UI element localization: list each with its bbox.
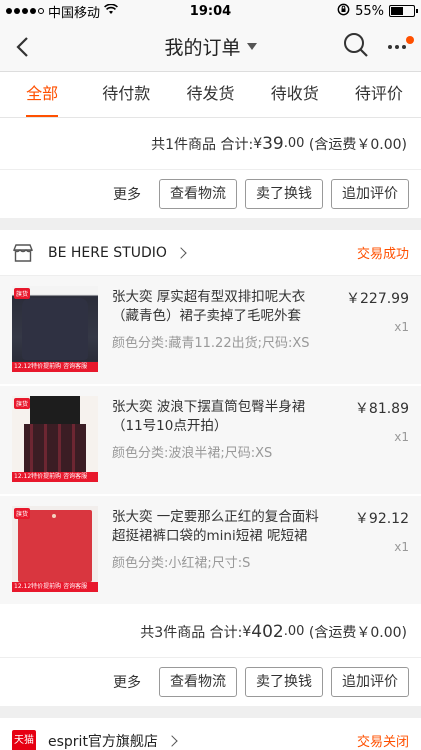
tab-all[interactable]: 全部 [0, 72, 84, 117]
product-tag: 旗货 [14, 398, 31, 409]
tab-pending-receipt[interactable]: 待收货 [253, 72, 337, 117]
shop-name: BE HERE STUDIO [48, 244, 167, 261]
product-thumbnail-red-skirt: 旗货 12.12特价提前购 咨询客服 [12, 506, 98, 592]
tab-pending-review[interactable]: 待评价 [337, 72, 421, 117]
item-count: 共3件商品 [140, 624, 206, 641]
caret-down-icon [246, 43, 257, 50]
shop-name: esprit官方旗舰店 [48, 733, 158, 750]
total-decimal: .00 [283, 136, 305, 151]
product-price: ￥81.89 [354, 401, 409, 417]
more-actions-link[interactable]: 更多 [113, 672, 141, 692]
order-summary: 共1件商品 合计: ¥ 39 .00 (含运费￥0.00) [0, 118, 421, 170]
product-sku: 颜色分类:波浪半裙;尺码:XS [112, 446, 273, 461]
back-button[interactable] [0, 22, 44, 72]
order-tabs: 全部 待付款 待发货 待收货 待评价 [0, 72, 421, 118]
wifi-icon [104, 3, 118, 19]
order-card-be-here-studio: BE HERE STUDIO 交易成功 旗货 12.12特价提前购 咨询客服 张… [0, 230, 421, 706]
add-review-button[interactable]: 追加评价 [331, 667, 409, 697]
total-label: 合计: [209, 624, 243, 641]
carrier-label: 中国移动 [48, 5, 101, 21]
product-tag: 旗货 [14, 288, 31, 299]
notification-badge [406, 35, 414, 44]
battery-percent: 55% [355, 3, 384, 19]
shipping-note: (含运费￥0.00) [308, 624, 407, 641]
product-thumbnail-skirt: 旗货 12.12特价提前购 咨询客服 [12, 396, 98, 482]
product-sku: 颜色分类:小红裙;尺寸:S [112, 556, 251, 571]
total-decimal: .00 [283, 624, 305, 639]
store-icon [12, 243, 34, 262]
add-review-button[interactable]: 追加评价 [331, 179, 409, 209]
page-title: 我的订单 [164, 37, 241, 59]
tmall-logo-icon: 天猫 [12, 729, 36, 750]
item-count: 共1件商品 [151, 136, 217, 153]
total-amount: 39 [262, 133, 284, 154]
product-title: 张大奕 厚实超有型双排扣呢大衣（藏青色）裙子卖掉了毛呢外套 [112, 289, 306, 324]
order-card-esprit: 天猫 esprit官方旗舰店 交易关闭 [0, 718, 421, 750]
shop-header[interactable]: 天猫 esprit官方旗舰店 交易关闭 [0, 718, 421, 750]
order-item[interactable]: 旗货 12.12特价提前购 咨询客服 张大奕 厚实超有型双排扣呢大衣（藏青色）裙… [0, 276, 421, 386]
product-tag: 旗货 [14, 508, 31, 519]
product-price: ￥92.12 [354, 511, 409, 527]
product-quantity: x1 [394, 430, 409, 444]
product-quantity: x1 [394, 540, 409, 554]
view-logistics-button[interactable]: 查看物流 [159, 179, 237, 209]
chevron-right-icon [175, 246, 187, 259]
currency-symbol: ¥ [253, 135, 263, 152]
search-button[interactable] [343, 32, 369, 62]
total-label: 合计: [220, 136, 254, 153]
product-price: ￥227.99 [346, 291, 409, 307]
resell-button[interactable]: 卖了换钱 [245, 179, 323, 209]
promo-band: 12.12特价提前购 咨询客服 [12, 582, 98, 592]
product-title: 张大奕 一定要那么正红的复合面料超挺裙裤口袋的mini短裙 呢短裙 [112, 509, 319, 544]
product-sku: 颜色分类:藏青11.22出货;尺码:XS [112, 336, 310, 351]
total-amount: 402 [251, 621, 284, 642]
product-quantity: x1 [394, 320, 409, 334]
order-actions: 更多 查看物流 卖了换钱 追加评价 [0, 658, 421, 706]
shop-header[interactable]: BE HERE STUDIO 交易成功 [0, 230, 421, 276]
rotation-lock-icon [337, 3, 350, 20]
product-title: 张大奕 波浪下摆直筒包臀半身裙（11号10点开拍） [112, 399, 306, 434]
promo-band: 12.12特价提前购 咨询客服 [12, 472, 98, 482]
order-summary: 共3件商品 合计: ¥ 402 .00 (含运费￥0.00) [0, 606, 421, 658]
chevron-left-icon [16, 36, 28, 57]
currency-symbol: ¥ [242, 623, 252, 640]
tab-pending-shipment[interactable]: 待发货 [168, 72, 252, 117]
nav-bar: 我的订单 [0, 22, 421, 72]
chevron-right-icon [166, 734, 178, 747]
order-status: 交易关闭 [356, 735, 409, 750]
view-logistics-button[interactable]: 查看物流 [159, 667, 237, 697]
order-item[interactable]: 旗货 12.12特价提前购 咨询客服 张大奕 波浪下摆直筒包臀半身裙（11号10… [0, 386, 421, 496]
shipping-note: (含运费￥0.00) [308, 136, 407, 153]
more-actions-link[interactable]: 更多 [113, 184, 141, 204]
battery-icon [389, 5, 418, 17]
tab-pending-payment[interactable]: 待付款 [84, 72, 168, 117]
resell-button[interactable]: 卖了换钱 [245, 667, 323, 697]
more-menu-button[interactable] [383, 35, 414, 59]
order-item[interactable]: 旗货 12.12特价提前购 咨询客服 张大奕 一定要那么正红的复合面料超挺裙裤口… [0, 496, 421, 606]
status-bar: 中国移动 19:04 55% [0, 0, 421, 22]
order-actions: 更多 查看物流 卖了换钱 追加评价 [0, 170, 421, 218]
promo-band: 12.12特价提前购 咨询客服 [12, 362, 98, 372]
order-status: 交易成功 [356, 247, 409, 262]
signal-icon [6, 8, 44, 14]
search-icon [344, 32, 368, 57]
product-thumbnail-coat: 旗货 12.12特价提前购 咨询客服 [12, 286, 98, 372]
order-card-previous: 共1件商品 合计: ¥ 39 .00 (含运费￥0.00) 更多 查看物流 卖了… [0, 118, 421, 218]
